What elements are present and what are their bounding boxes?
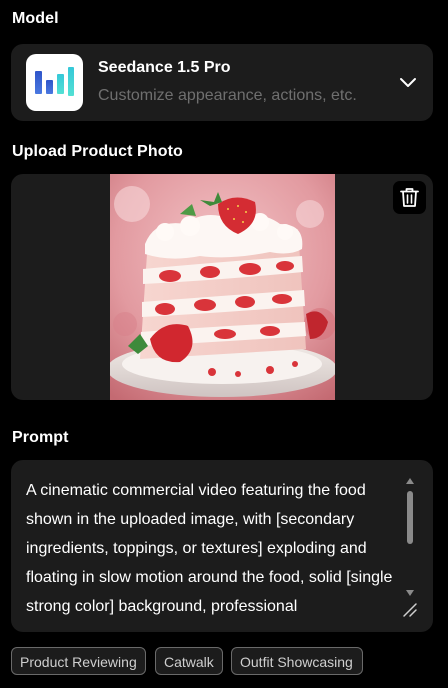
prompt-input[interactable]: A cinematic commercial video featuring t… — [26, 476, 400, 616]
product-photo — [110, 174, 335, 400]
model-logo-icon — [26, 54, 83, 111]
trash-icon — [400, 188, 419, 207]
scrollbar-thumb[interactable] — [407, 491, 413, 544]
scroll-down-arrow[interactable] — [406, 590, 414, 596]
scroll-up-arrow[interactable] — [406, 478, 414, 484]
upload-dropzone[interactable] — [11, 174, 433, 400]
chevron-down-icon[interactable] — [399, 73, 417, 91]
tag-product-reviewing[interactable]: Product Reviewing — [11, 647, 146, 675]
resize-handle-icon[interactable] — [402, 602, 418, 618]
model-name: Seedance 1.5 Pro — [98, 59, 231, 76]
delete-photo-button[interactable] — [393, 181, 426, 214]
model-subtitle: Customize appearance, actions, etc. — [98, 87, 357, 104]
model-section-label: Model — [12, 10, 59, 27]
upload-section-label: Upload Product Photo — [12, 143, 183, 160]
prompt-section-label: Prompt — [12, 429, 69, 446]
tag-catwalk[interactable]: Catwalk — [155, 647, 223, 675]
prompt-tag-list: Product Reviewing Catwalk Outfit Showcas… — [11, 647, 448, 677]
model-selector[interactable]: Seedance 1.5 Pro Customize appearance, a… — [11, 44, 433, 121]
prompt-container: A cinematic commercial video featuring t… — [11, 460, 433, 632]
tag-outfit-showcasing[interactable]: Outfit Showcasing — [231, 647, 363, 675]
